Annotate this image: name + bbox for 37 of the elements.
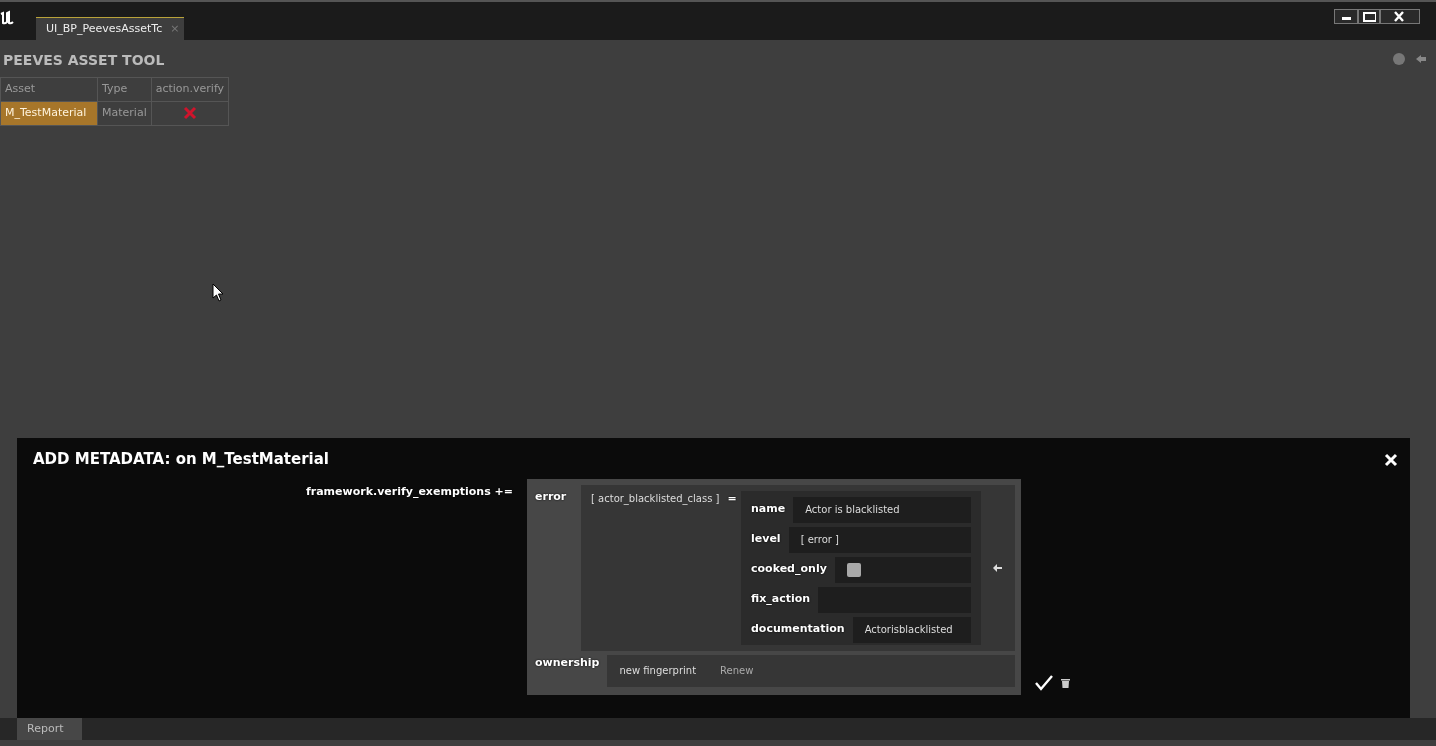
fingerprint-text: new fingerprint — [619, 664, 697, 678]
maximize-icon — [1362, 11, 1376, 22]
tool-title: PEEVES ASSET TOOL — [2, 51, 166, 70]
editor-tab[interactable]: UI_BP_PeevesAssetTc × — [36, 17, 184, 40]
back-icon[interactable] — [1414, 52, 1428, 66]
type-cell: Material — [97, 101, 152, 126]
renew-link[interactable]: Renew — [720, 663, 754, 678]
confirm-icon[interactable] — [1035, 674, 1053, 691]
input-field[interactable]: [ error ] — [788, 526, 971, 553]
report-button[interactable]: Report — [17, 718, 82, 740]
key-label: [ actor_blacklisted_class ] — [591, 491, 720, 507]
checkbox[interactable] — [846, 562, 861, 577]
column-header: Type — [97, 77, 152, 102]
equals-label: = — [727, 490, 737, 507]
tab-label: UI_BP_PeevesAssetTc — [46, 20, 163, 37]
dialog-title: ADD METADATA: on M_TestMaterial — [33, 449, 329, 470]
column-header: Asset — [0, 77, 98, 102]
input-field[interactable]: Actorisblacklisted — [852, 616, 971, 643]
maximize-button[interactable] — [1358, 9, 1380, 24]
error-label: error — [535, 488, 568, 505]
close-button[interactable] — [1380, 9, 1420, 24]
close-icon — [1393, 11, 1407, 22]
field-label: documentation — [751, 621, 845, 638]
input-field[interactable]: Actor is blacklisted — [793, 496, 971, 523]
asset-cell[interactable]: M_TestMaterial — [0, 101, 98, 126]
delete-icon[interactable] — [1061, 677, 1070, 688]
info-icon[interactable] — [1392, 52, 1406, 66]
field-label: fix_action — [751, 591, 811, 608]
property-label: framework.verify_exemptions += — [304, 483, 514, 500]
arrow-icon[interactable] — [993, 563, 1002, 572]
minimize-button[interactable] — [1334, 9, 1358, 24]
field-label: cooked_only — [751, 561, 827, 578]
field-label: level — [751, 531, 781, 548]
cursor-icon — [212, 283, 224, 302]
ownership-label: ownership — [535, 654, 600, 671]
field-label: name — [751, 501, 786, 518]
column-header: action.verify — [151, 77, 229, 102]
